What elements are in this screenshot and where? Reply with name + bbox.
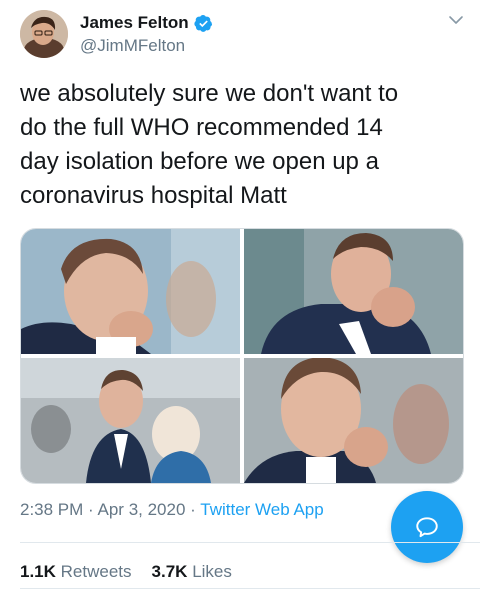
avatar[interactable]: [20, 10, 68, 58]
retweets-count: 1.1K: [20, 562, 56, 581]
media-grid: [20, 228, 464, 484]
tweet-source-app[interactable]: Twitter Web App: [200, 500, 323, 519]
likes-label: Likes: [192, 562, 232, 581]
tweet-text: we absolutely sure we don't want to do t…: [20, 77, 460, 213]
meta-separator: ·: [88, 500, 94, 519]
likes-stat[interactable]: 3.7K Likes: [152, 562, 232, 581]
divider: [20, 588, 480, 589]
tweet-text-line: do the full WHO recommended 14: [20, 114, 383, 141]
avatar-image: [20, 10, 68, 58]
chevron-down-icon[interactable]: [446, 10, 466, 30]
reply-icon: [416, 517, 438, 538]
photo-1[interactable]: [21, 229, 240, 354]
retweets-label: Retweets: [60, 562, 132, 581]
tweet-text-line: we absolutely sure we don't want to: [20, 80, 399, 107]
tweet-meta: 2:38 PM · Apr 3, 2020 · Twitter Web App: [20, 500, 324, 520]
photo-3[interactable]: [21, 358, 240, 483]
photo-4[interactable]: [244, 357, 463, 483]
verified-badge-icon: [194, 14, 212, 32]
tweet-text-line: coronavirus hospital Matt: [20, 182, 287, 209]
retweets-stat[interactable]: 1.1K Retweets: [20, 562, 132, 581]
likes-count: 3.7K: [151, 562, 188, 581]
reply-button[interactable]: [391, 491, 463, 563]
tweet: James Felton @JimMFelton we absolutely s…: [0, 0, 480, 600]
author-name-row[interactable]: James Felton: [80, 13, 213, 33]
photo-2[interactable]: [244, 229, 463, 354]
divider: [20, 542, 480, 543]
tweet-time[interactable]: 2:38 PM: [20, 500, 83, 519]
meta-separator: ·: [190, 500, 196, 519]
tweet-stats: 1.1K Retweets 3.7K Likes: [20, 562, 232, 582]
author-name[interactable]: James Felton: [80, 13, 189, 33]
media-grid-svg: [21, 229, 463, 483]
tweet-date[interactable]: Apr 3, 2020: [98, 500, 186, 519]
author-handle[interactable]: @JimMFelton: [80, 36, 185, 56]
tweet-text-line: day isolation before we open up a: [20, 148, 379, 175]
